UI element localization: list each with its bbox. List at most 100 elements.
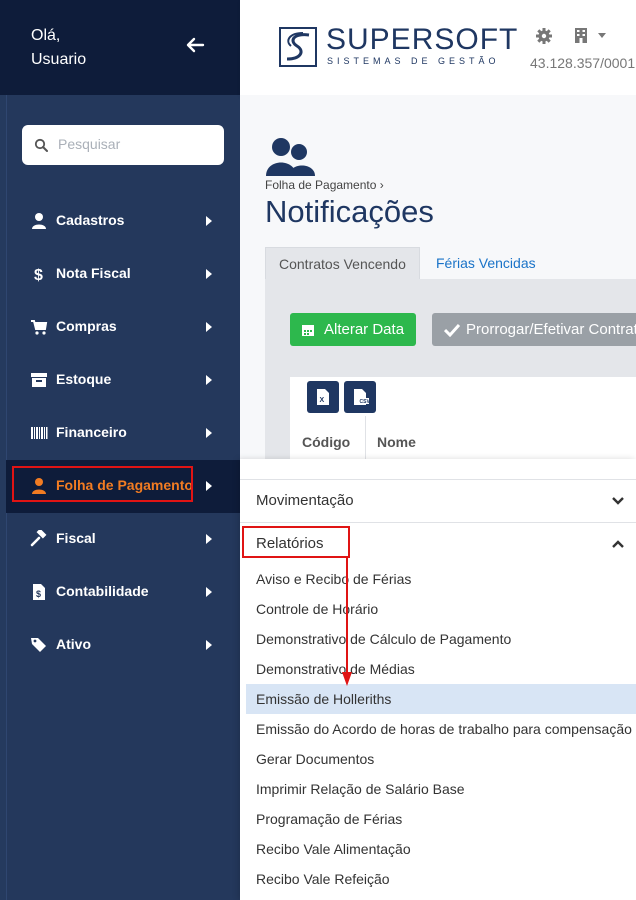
chevron-down-icon: [612, 497, 624, 505]
section-movimentacao[interactable]: Movimentação: [240, 479, 636, 522]
caret-right-icon: [206, 481, 212, 491]
caret-right-icon: [206, 587, 212, 597]
sidebar-user-header: Olá, Usuario: [0, 0, 240, 95]
submenu-link-demonstrativo-calculo[interactable]: Demonstrativo de Cálculo de Pagamento: [246, 624, 636, 654]
greeting-hello: Olá,: [31, 27, 61, 44]
submenu-link-gerar-documentos[interactable]: Gerar Documentos: [246, 744, 636, 774]
sidebar-item-estoque[interactable]: Estoque: [6, 354, 240, 407]
caret-right-icon: [206, 640, 212, 650]
sidebar-item-label: Financeiro: [56, 424, 127, 440]
svg-text:CSV: CSV: [360, 399, 370, 405]
check-icon: [444, 323, 460, 337]
sidebar-item-label: Fiscal: [56, 530, 96, 546]
submenu-link-label: Recibo Vale Refeição: [256, 871, 390, 887]
column-header-codigo[interactable]: Código: [302, 434, 350, 450]
search-icon: [34, 138, 48, 152]
cart-icon: [31, 320, 48, 335]
submenu-link-label: Emissão de Holleriths: [256, 691, 392, 707]
caret-right-icon: [206, 534, 212, 544]
sidebar-item-label: Compras: [56, 318, 117, 334]
sidebar-item-label: Cadastros: [56, 212, 125, 228]
sidebar-item-label: Contabilidade: [56, 583, 149, 599]
button-label: Alterar Data: [324, 321, 405, 338]
greeting-username: Usuario: [31, 51, 87, 68]
export-csv-button[interactable]: CSV: [344, 381, 376, 413]
submenu-link-vale-refeicao[interactable]: Recibo Vale Refeição: [246, 864, 636, 894]
sidebar-item-label: Nota Fiscal: [56, 265, 131, 281]
search-input[interactable]: Pesquisar: [22, 125, 224, 165]
svg-text:X: X: [320, 397, 325, 404]
annotation-highlight-folha: [12, 466, 193, 502]
tab-contratos-vencendo[interactable]: Contratos Vencendo: [265, 247, 420, 279]
submenu-link-vale-alimentacao[interactable]: Recibo Vale Alimentação: [246, 834, 636, 864]
sidebar-item-financeiro[interactable]: Financeiro: [6, 407, 240, 460]
submenu-link-emissao-holleriths[interactable]: Emissão de Holleriths: [246, 684, 636, 714]
gear-icon[interactable]: [535, 27, 553, 45]
sidebar-item-nota-fiscal[interactable]: $ Nota Fiscal: [6, 248, 240, 301]
chevron-right-icon: ›: [379, 178, 384, 192]
submenu-link-label: Controle de Horário: [256, 601, 379, 617]
caret-right-icon: [206, 322, 212, 332]
submenu-link-label: Demonstrativo de Cálculo de Pagamento: [256, 631, 512, 647]
file-dollar-icon: $: [33, 584, 45, 600]
page-title: Notificações: [265, 194, 434, 229]
tags-icon: [31, 638, 46, 652]
submenu-link-programacao-ferias[interactable]: Programação de Férias: [246, 804, 636, 834]
sidebar-item-label: Estoque: [56, 371, 112, 387]
brand-name: SUPERSOFT: [326, 23, 519, 56]
column-header-nome[interactable]: Nome: [377, 434, 416, 450]
svg-text:$: $: [34, 267, 43, 283]
submenu-link-label: Gerar Documentos: [256, 751, 375, 767]
user-icon: [32, 213, 46, 229]
sidebar-item-contabilidade[interactable]: $ Contabilidade: [6, 566, 240, 619]
chevron-up-icon: [612, 540, 624, 548]
caret-right-icon: [206, 428, 212, 438]
submenu-link-acordo-horas[interactable]: Emissão do Acordo de horas de trabalho p…: [246, 714, 636, 744]
submenu-link-label: Imprimir Relação de Salário Base: [256, 781, 465, 797]
submenu-scroll-edge: [240, 459, 636, 479]
sidebar-item-ativo[interactable]: Ativo: [6, 619, 240, 672]
barcode-icon: [31, 427, 48, 439]
brand-tagline: SISTEMAS DE GESTÃO: [327, 56, 500, 66]
submenu-link-label: Aviso e Recibo de Férias: [256, 571, 412, 587]
caret-right-icon: [206, 375, 212, 385]
submenu-link-label: Demonstrativo de Médias: [256, 661, 415, 677]
company-id: 43.128.357/0001: [530, 55, 636, 71]
excel-file-icon: X: [317, 389, 329, 405]
building-icon[interactable]: [574, 27, 588, 43]
submenu-link-label: Emissão do Acordo de horas de trabalho p…: [256, 721, 632, 737]
calendar-icon: [302, 325, 314, 336]
submenu-link-label: Programação de Férias: [256, 811, 403, 827]
collapse-arrow-icon[interactable]: [183, 33, 207, 57]
sidebar-item-cadastros[interactable]: Cadastros: [6, 195, 240, 248]
submenu-link-label: Recibo Vale Alimentação: [256, 841, 411, 857]
button-label: Prorrogar/Efetivar Contrat: [466, 321, 636, 338]
search-placeholder: Pesquisar: [58, 136, 121, 152]
caret-right-icon: [206, 216, 212, 226]
prorrogar-efetivar-button[interactable]: Prorrogar/Efetivar Contrat: [432, 313, 636, 346]
csv-file-icon: CSV: [354, 389, 370, 405]
export-excel-button[interactable]: X: [307, 381, 339, 413]
section-label: Movimentação: [256, 492, 354, 509]
breadcrumb-item[interactable]: Folha de Pagamento: [265, 178, 376, 192]
sidebar-item-fiscal[interactable]: Fiscal: [6, 513, 240, 566]
users-icon: [266, 138, 315, 176]
submenu-link-controle-horario[interactable]: Controle de Horário: [246, 594, 636, 624]
sidebar-item-compras[interactable]: Compras: [6, 301, 240, 354]
annotation-highlight-relatorios: [242, 526, 350, 558]
supersoft-logo-icon: [279, 27, 317, 67]
caret-right-icon: [206, 269, 212, 279]
gavel-icon: [30, 530, 47, 547]
breadcrumb: Folha de Pagamento ›: [265, 178, 384, 192]
sidebar-item-label: Ativo: [56, 636, 91, 652]
archive-icon: [31, 373, 47, 387]
submenu-link-demonstrativo-medias[interactable]: Demonstrativo de Médias: [246, 654, 636, 684]
greeting: Olá, Usuario: [31, 24, 86, 72]
svg-text:$: $: [36, 589, 41, 599]
submenu-link-relacao-salario-base[interactable]: Imprimir Relação de Salário Base: [246, 774, 636, 804]
submenu-link-aviso-recibo-ferias[interactable]: Aviso e Recibo de Férias: [246, 564, 636, 594]
dollar-icon: $: [34, 267, 43, 283]
alterar-data-button[interactable]: Alterar Data: [290, 313, 416, 346]
chevron-down-icon[interactable]: [598, 33, 606, 38]
tab-ferias-vencidas[interactable]: Férias Vencidas: [423, 247, 549, 279]
